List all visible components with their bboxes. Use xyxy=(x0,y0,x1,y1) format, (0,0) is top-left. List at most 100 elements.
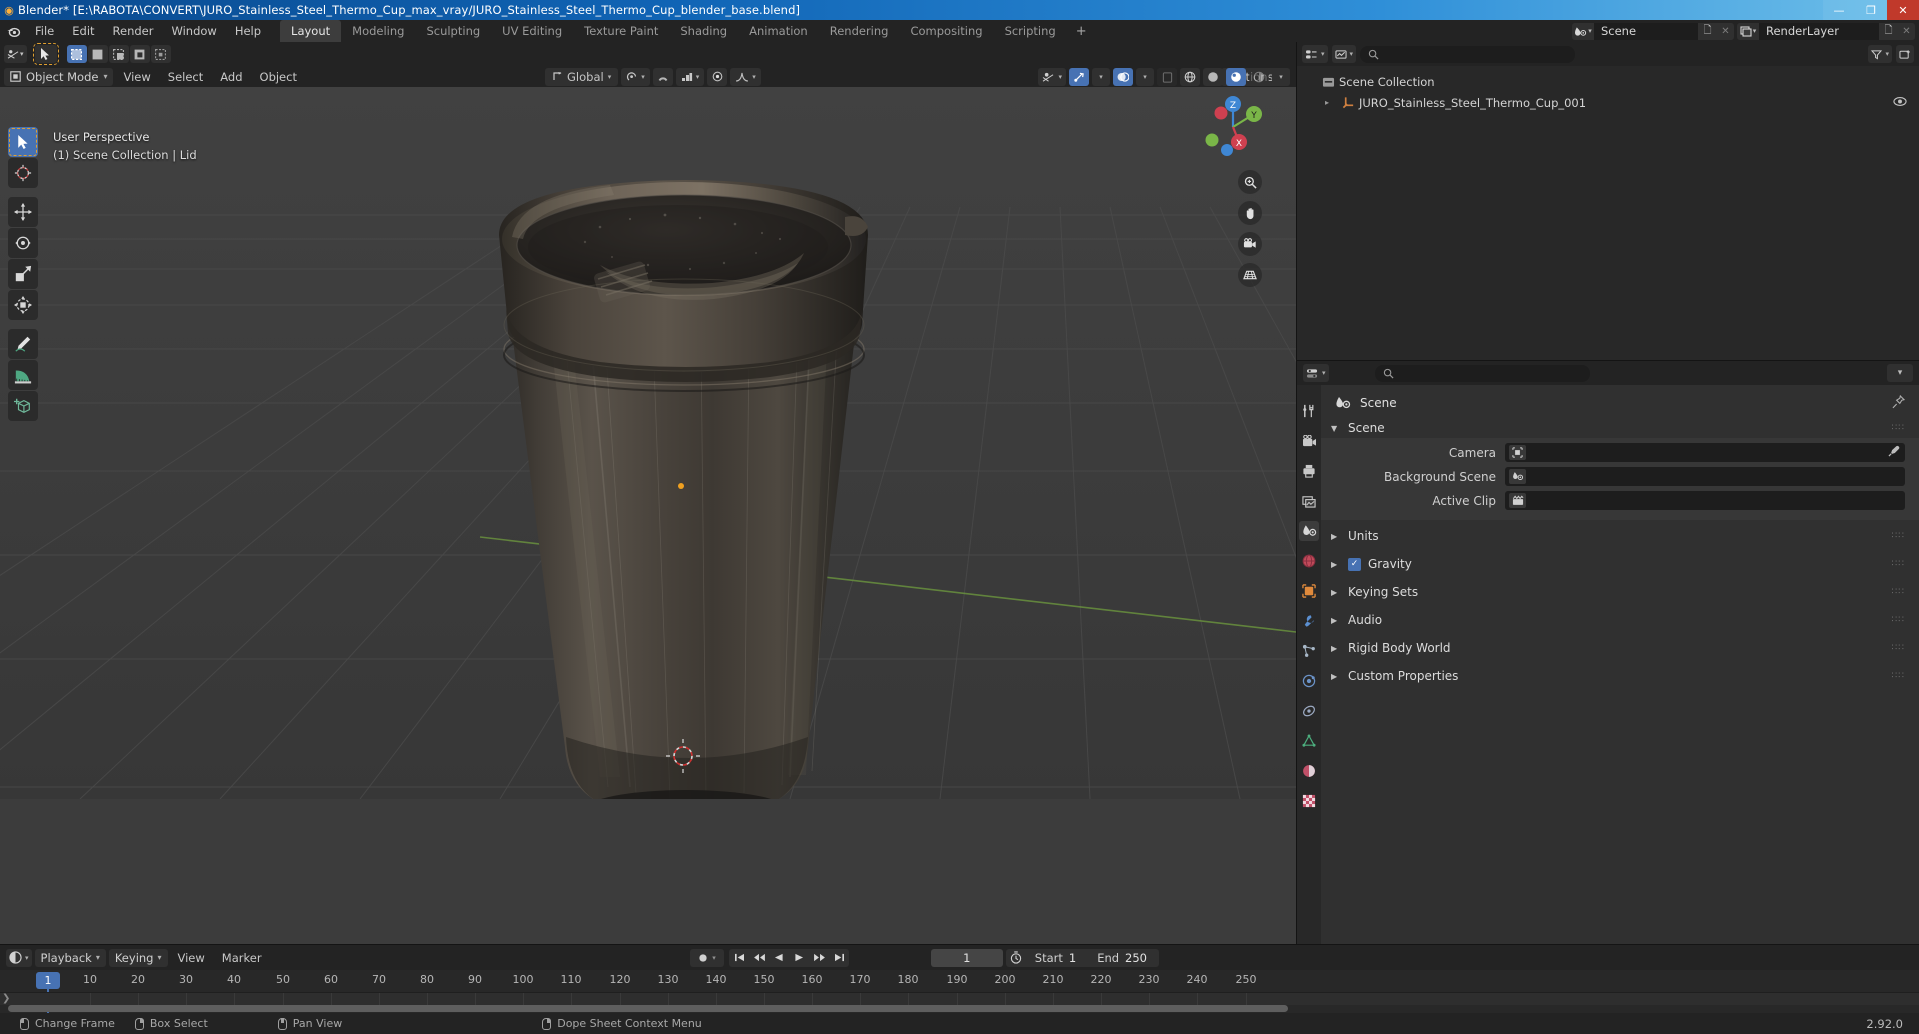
properties-search-input[interactable] xyxy=(1374,364,1590,382)
select-set-icon[interactable] xyxy=(66,45,87,63)
active-clip-field[interactable] xyxy=(1505,491,1905,510)
add-workspace-button[interactable]: + xyxy=(1067,21,1096,42)
panel-header-units[interactable]: ▶ Units ∷∷ xyxy=(1321,526,1919,546)
viewport-canvas[interactable] xyxy=(0,87,1296,799)
timeline-editor-type-icon[interactable]: ▾ xyxy=(6,948,32,967)
snap-with-dropdown[interactable]: ▾ xyxy=(621,67,650,86)
jump-to-end-button[interactable] xyxy=(829,948,849,967)
timeline-expand-arrow-icon[interactable]: ❯ xyxy=(2,993,10,1004)
tab-texture-paint[interactable]: Texture Paint xyxy=(573,20,669,42)
xray-toggle-icon[interactable] xyxy=(1113,68,1133,86)
scene-selector[interactable]: ▾ Scene 🗋 ✕ xyxy=(1571,22,1734,40)
tab-texture-icon[interactable] xyxy=(1299,791,1319,811)
scene-name-field[interactable]: Scene xyxy=(1593,22,1698,40)
show-overlays-icon[interactable] xyxy=(1069,68,1089,86)
editor-divider-horizontal[interactable] xyxy=(1297,360,1919,361)
hand-icon[interactable] xyxy=(1238,201,1262,225)
pivot-point-icon[interactable] xyxy=(707,67,728,86)
select-invert-icon[interactable] xyxy=(129,45,150,63)
tab-constraints-icon[interactable] xyxy=(1299,701,1319,721)
visibility-eye-icon[interactable] xyxy=(1893,96,1907,110)
view-layer-name-field[interactable]: RenderLayer xyxy=(1758,22,1879,40)
properties-options-dropdown-icon[interactable]: ▾ xyxy=(1887,364,1913,382)
proportional-falloff-icon[interactable]: ▾ xyxy=(730,67,761,86)
tab-particles-icon[interactable] xyxy=(1299,641,1319,661)
tab-output-icon[interactable] xyxy=(1299,461,1319,481)
tab-object-icon[interactable] xyxy=(1299,581,1319,601)
camera-field[interactable] xyxy=(1505,443,1905,462)
keying-dropdown[interactable]: Keying ▾ xyxy=(108,948,168,967)
outliner-search-input[interactable] xyxy=(1360,45,1576,63)
tab-render-icon[interactable] xyxy=(1299,431,1319,451)
select-subtract-icon[interactable] xyxy=(108,45,129,63)
menu-file[interactable]: File xyxy=(26,22,63,40)
viewport-menu-view[interactable]: View xyxy=(116,68,157,86)
maximize-button[interactable]: ❐ xyxy=(1855,0,1887,20)
measure-tool[interactable] xyxy=(8,360,38,390)
zoom-icon[interactable] xyxy=(1238,170,1262,194)
panel-header-gravity[interactable]: ▶ ✓ Gravity ∷∷ xyxy=(1321,554,1919,574)
tab-scripting[interactable]: Scripting xyxy=(994,20,1067,42)
unlink-scene-icon[interactable]: ✕ xyxy=(1716,22,1734,40)
editor-type-icon[interactable]: ▾ xyxy=(4,45,27,63)
transform-tool[interactable] xyxy=(8,290,38,320)
panel-header-rigid-body-world[interactable]: ▶ Rigid Body World ∷∷ xyxy=(1321,638,1919,658)
tab-uv-editing[interactable]: UV Editing xyxy=(491,20,573,42)
dropdown-shading-icon[interactable]: ▾ xyxy=(1272,68,1290,86)
timeline-menu-view[interactable]: View xyxy=(171,949,212,967)
tab-layout[interactable]: Layout xyxy=(280,20,342,42)
editor-divider-timeline[interactable] xyxy=(0,944,1919,945)
tab-tool-icon[interactable] xyxy=(1299,401,1319,421)
end-frame-value[interactable]: 250 xyxy=(1125,951,1159,965)
show-gizmo-icon[interactable]: ▾ xyxy=(1038,68,1066,86)
tab-world-icon[interactable] xyxy=(1299,551,1319,571)
tab-shading[interactable]: Shading xyxy=(669,20,738,42)
outliner-display-mode-icon[interactable]: ▾ xyxy=(1331,45,1357,63)
viewport-menu-object[interactable]: Object xyxy=(253,68,304,86)
tab-sculpting[interactable]: Sculpting xyxy=(415,20,491,42)
outliner-editor-type-icon[interactable]: ▾ xyxy=(1302,45,1328,63)
background-scene-field[interactable] xyxy=(1505,467,1905,486)
tab-physics-icon[interactable] xyxy=(1299,671,1319,691)
move-tool[interactable] xyxy=(8,197,38,227)
timeline-track-area[interactable] xyxy=(0,992,1919,1006)
new-view-layer-icon[interactable]: 🗋 xyxy=(1879,22,1898,40)
view-layer-selector[interactable]: ▾ RenderLayer 🗋 ✕ xyxy=(1736,22,1915,40)
proportional-editing-icon[interactable]: ▾ xyxy=(675,67,705,86)
dropdown-overlays-icon[interactable]: ▾ xyxy=(1092,68,1110,86)
blender-logo-icon[interactable] xyxy=(0,24,26,39)
rotate-tool[interactable] xyxy=(8,228,38,258)
menu-window[interactable]: Window xyxy=(162,22,225,40)
panel-expand-arrow-icon[interactable]: ▶ xyxy=(1331,532,1341,541)
panel-header-scene[interactable]: ▼ Scene ∷∷ xyxy=(1321,418,1919,438)
camera-icon[interactable] xyxy=(1238,232,1262,256)
expand-arrow-icon[interactable]: ▸ xyxy=(1325,98,1339,107)
panel-header-audio[interactable]: ▶ Audio ∷∷ xyxy=(1321,610,1919,630)
outliner-row-object[interactable]: ▸ JURO_Stainless_Steel_Thermo_Cup_001 xyxy=(1297,92,1919,113)
tab-scene-icon[interactable] xyxy=(1299,521,1319,541)
panel-expand-arrow-icon[interactable]: ▶ xyxy=(1331,672,1341,681)
panel-expand-arrow-icon[interactable]: ▶ xyxy=(1331,616,1341,625)
outliner-filter-icon[interactable]: ▾ xyxy=(1868,45,1892,63)
shading-wireframe-icon[interactable] xyxy=(1157,68,1177,86)
eyedropper-icon[interactable] xyxy=(1888,445,1900,460)
panel-expand-arrow-icon[interactable]: ▶ xyxy=(1331,644,1341,653)
pin-id-icon[interactable] xyxy=(1892,394,1906,412)
timeline-menu-marker[interactable]: Marker xyxy=(215,949,269,967)
panel-header-keying-sets[interactable]: ▶ Keying Sets ∷∷ xyxy=(1321,582,1919,602)
gravity-checkbox[interactable]: ✓ xyxy=(1348,557,1361,571)
jump-to-start-button[interactable] xyxy=(729,948,749,967)
play-button[interactable] xyxy=(789,948,809,967)
tab-rendering[interactable]: Rendering xyxy=(819,20,900,42)
use-preview-range-icon[interactable] xyxy=(1006,951,1026,964)
shading-rendered-icon[interactable] xyxy=(1226,68,1246,86)
dropdown-xray-icon[interactable]: ▾ xyxy=(1136,68,1154,86)
play-reverse-button[interactable] xyxy=(769,948,789,967)
shading-preview-icon[interactable] xyxy=(1249,68,1269,86)
select-extend-icon[interactable] xyxy=(87,45,108,63)
editor-divider-vertical[interactable] xyxy=(1296,42,1297,944)
minimize-button[interactable]: — xyxy=(1823,0,1855,20)
select-tool-cursor-icon[interactable] xyxy=(32,43,59,65)
shading-material-icon[interactable] xyxy=(1203,68,1223,86)
tab-animation[interactable]: Animation xyxy=(738,20,819,42)
